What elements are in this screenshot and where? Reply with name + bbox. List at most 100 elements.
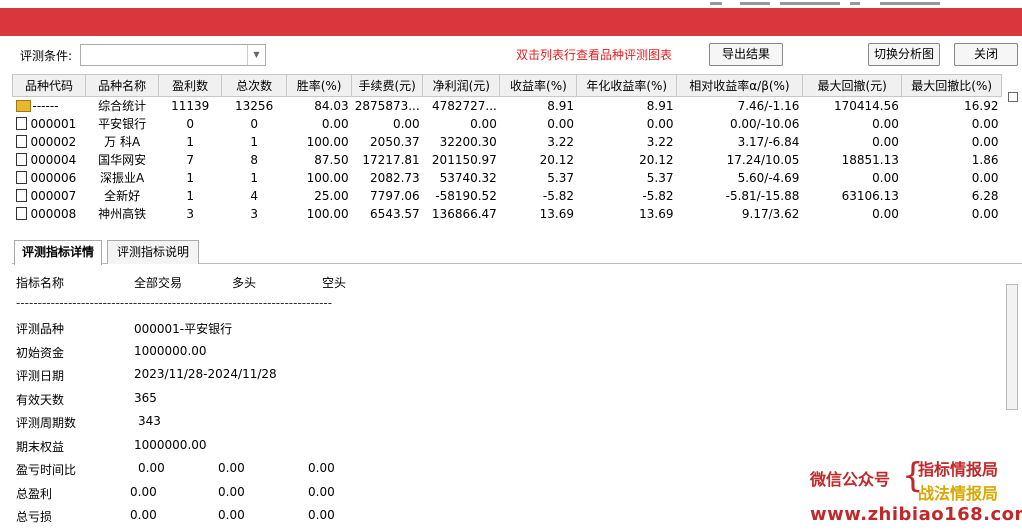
col-header[interactable]: 收益率(%) xyxy=(499,74,578,97)
cell-text: 0.00 xyxy=(872,116,899,131)
table-cell: 0.00 xyxy=(902,115,1002,133)
table-row[interactable]: ------ 综合统计 11139 13256 84.03 2875873... 47827… xyxy=(13,97,1002,115)
table-cell: -5.82 xyxy=(500,187,577,205)
cell-text: 1 xyxy=(250,134,258,149)
cell-text: 84.03 xyxy=(314,98,349,113)
table-cell: 7797.06 xyxy=(352,187,423,205)
table-cell: 0.00/-10.06 xyxy=(676,115,802,133)
table-cell: 3.17/-6.84 xyxy=(676,133,802,151)
table-cell: 25.00 xyxy=(287,187,352,205)
cell-text: 8.91 xyxy=(646,98,674,113)
checkbox[interactable] xyxy=(1008,92,1018,102)
table-row[interactable]: 000002 万 科A 1 1 100.00 2050.37 32200.30 3.22 3.2… xyxy=(13,133,1002,151)
table-cell: 201150.97 xyxy=(423,151,500,169)
cell-text: 7 xyxy=(186,152,194,167)
table-cell: 0 xyxy=(222,115,287,133)
table-row[interactable]: 000001 平安银行 0 0 0.00 0.00 0.00 0.00 0.00 0.00/-10… xyxy=(13,115,1002,133)
col-header[interactable]: 最大回撤(元) xyxy=(801,74,903,97)
table-cell: 20.12 xyxy=(500,151,577,169)
cell-text: 000006 xyxy=(30,170,77,185)
title-bar xyxy=(0,0,1022,36)
table-cell: 0.00 xyxy=(500,115,577,133)
condition-select[interactable]: ▼ xyxy=(80,44,266,66)
strip-mark xyxy=(850,2,860,5)
header-row: 品种代码 品种名称 盈利数 总次数 胜率(%) 手续费(元) 净利润(元) 收益… xyxy=(12,74,1002,97)
table-cell: 1 xyxy=(159,187,222,205)
cell-text: 18851.13 xyxy=(841,152,899,167)
cell-text: 53740.32 xyxy=(439,170,497,185)
detail-item-name: 评测品种 xyxy=(16,322,65,336)
col-header[interactable]: 最大回撤比(%) xyxy=(901,74,1002,97)
detail-item-name: 评测日期 xyxy=(16,369,65,383)
cell-text: 0.00 xyxy=(872,170,899,185)
detail-item-all: 1000000.00 xyxy=(134,343,207,358)
cell-text: 136866.47 xyxy=(431,206,497,221)
cell-text: 0.00 xyxy=(971,116,999,131)
switch-chart-button[interactable]: 切换分析图 xyxy=(868,43,940,66)
table-row[interactable]: 000004 国华网安 7 8 87.50 17217.81 201150.97 20.12 2… xyxy=(13,151,1002,169)
col-header[interactable]: 总次数 xyxy=(221,74,288,97)
document-icon xyxy=(15,116,27,130)
table-cell: 17.24/10.05 xyxy=(676,151,802,169)
col-header[interactable]: 盈利数 xyxy=(158,74,223,97)
table-row[interactable]: 000006 深振业A 1 1 100.00 2082.73 53740.32 5.37 5.3… xyxy=(13,169,1002,187)
cell-text: 万 科A xyxy=(104,135,141,149)
export-button[interactable]: 导出结果 xyxy=(709,43,783,66)
cell-text: 1 xyxy=(186,170,194,185)
table-cell: 13.69 xyxy=(577,205,677,223)
table-cell: -58190.52 xyxy=(423,187,500,205)
cell-text: 100.00 xyxy=(306,134,349,149)
col-header[interactable]: 胜率(%) xyxy=(286,74,353,97)
chevron-down-icon[interactable]: ▼ xyxy=(247,45,265,65)
cell-text: 8 xyxy=(250,152,258,167)
table-cell: 0 xyxy=(159,115,222,133)
table-cell: -5.82 xyxy=(577,187,677,205)
table-cell: 63106.13 xyxy=(802,187,902,205)
table-cell: 20.12 xyxy=(577,151,677,169)
col-header[interactable]: 相对收益率α/β(%) xyxy=(675,74,803,97)
cell-text: 3 xyxy=(186,206,194,221)
table-cell: 100.00 xyxy=(287,133,352,151)
cell-text: 000007 xyxy=(30,188,77,203)
cell-text: 0.00 xyxy=(646,116,674,131)
col-header[interactable]: 手续费(元) xyxy=(351,74,424,97)
cell-text: 20.12 xyxy=(539,152,574,167)
col-header[interactable]: 品种代码 xyxy=(12,74,87,97)
cell-text: ------ xyxy=(32,98,59,113)
tab-explain[interactable]: 评测指标说明 xyxy=(107,240,199,264)
close-button[interactable]: 关闭 xyxy=(954,43,1018,66)
table-cell: 9.17/3.62 xyxy=(676,205,802,223)
detail-item-short: 0.00 xyxy=(308,484,335,499)
cell-text: 3 xyxy=(250,206,258,221)
table-cell: 13256 xyxy=(222,97,287,115)
watermark-name2: 战法情报局 xyxy=(918,484,999,503)
cell-text: 0.00 xyxy=(971,134,999,149)
table-row[interactable]: 000007 全新好 1 4 25.00 7797.06 -58190.52 -5.82 -5.… xyxy=(13,187,1002,205)
table-cell: 1 xyxy=(222,169,287,187)
table-cell: 0.00 xyxy=(802,115,902,133)
cell-text: -5.82 xyxy=(642,188,674,203)
table-cell: 3.22 xyxy=(500,133,577,151)
table-row[interactable]: 000008 神州高铁 3 3 100.00 6543.57 136866.47 13.69 1… xyxy=(13,205,1002,223)
detail-item-all: 1000000.00 xyxy=(134,437,207,452)
cell-text: 13.69 xyxy=(539,206,574,221)
table-cell: 0.00 xyxy=(352,115,423,133)
detail-item-short: 0.00 xyxy=(308,461,335,475)
col-header[interactable]: 净利润(元) xyxy=(422,74,501,97)
table-cell: 17217.81 xyxy=(352,151,423,169)
table-cell: 1 xyxy=(159,133,222,151)
scrollbar[interactable] xyxy=(1006,284,1018,410)
result-grid[interactable]: 品种代码 品种名称 盈利数 总次数 胜率(%) 手续费(元) 净利润(元) 收益… xyxy=(12,74,1020,232)
table-cell: 11139 xyxy=(159,97,222,115)
col-header[interactable]: 品种名称 xyxy=(85,74,160,97)
cell-text: 6.28 xyxy=(971,188,999,203)
tab-detail[interactable]: 评测指标详情 xyxy=(14,240,102,265)
cell-text: 0.00 xyxy=(392,116,420,131)
table-cell: 3 xyxy=(222,205,287,223)
cell-text: 63106.13 xyxy=(841,188,899,203)
col-header[interactable]: 年化收益率(%) xyxy=(576,74,677,97)
table-cell: 0.00 xyxy=(902,169,1002,187)
strip-mark xyxy=(780,2,840,5)
table-cell: 2050.37 xyxy=(352,133,423,151)
table-cell: 2875873... xyxy=(352,97,423,115)
